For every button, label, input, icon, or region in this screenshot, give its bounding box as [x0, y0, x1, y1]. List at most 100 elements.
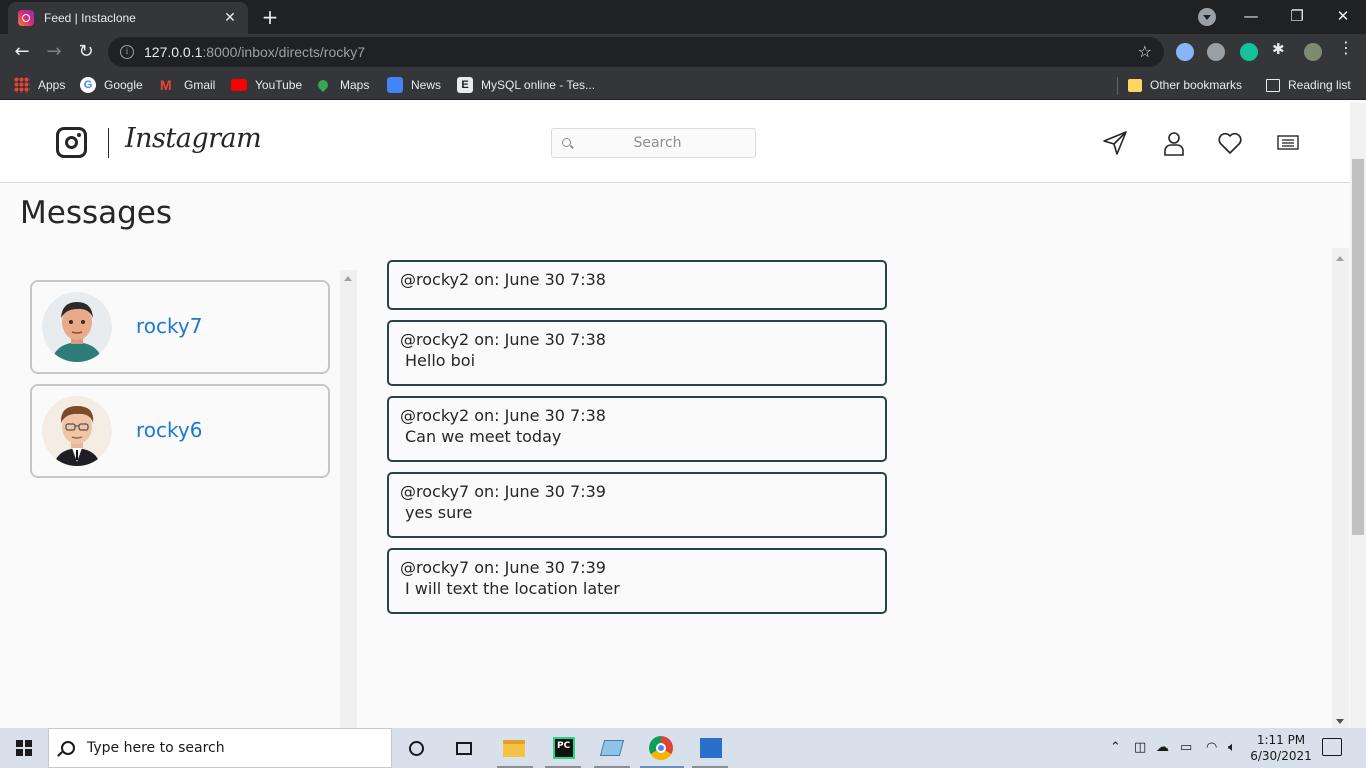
browser-tab-strip: Feed | Instaclone ✕ + — ❐ ✕ — [0, 0, 1366, 34]
message-meta: @rocky7 on: June 30 7:39 — [400, 482, 606, 501]
browser-toolbar: ← → ↻ i 127.0.0.1:8000/inbox/directs/roc… — [0, 34, 1366, 70]
tab-title: Feed | Instaclone — [44, 11, 136, 25]
chrome-icon[interactable] — [647, 734, 675, 762]
web-page: Instagram Messages — [0, 103, 1350, 728]
message-text: Can we meet today — [405, 427, 562, 446]
page-title: Messages — [20, 195, 173, 231]
youtube-icon — [231, 79, 247, 91]
google-icon: G — [80, 77, 96, 93]
folder-icon — [1128, 78, 1142, 92]
heart-icon[interactable] — [1216, 129, 1244, 157]
restore-button[interactable]: ❐ — [1274, 0, 1320, 34]
message-meta: @rocky7 on: June 30 7:39 — [400, 558, 606, 577]
bookmark-google[interactable]: G Google — [80, 76, 143, 94]
contact-name[interactable]: rocky7 — [136, 314, 202, 338]
close-window-button[interactable]: ✕ — [1320, 0, 1366, 34]
messages-list-icon[interactable] — [1274, 129, 1302, 157]
new-tab-button[interactable]: + — [258, 6, 282, 30]
grammarly-extension-icon[interactable] — [1240, 43, 1258, 61]
message-bubble: @rocky7 on: June 30 7:39 I will text the… — [387, 548, 887, 614]
instagram-wordmark[interactable]: Instagram — [125, 123, 262, 154]
start-button[interactable] — [0, 728, 48, 768]
message-bubble: @rocky7 on: June 30 7:39 yes sure — [387, 472, 887, 538]
profile-icon[interactable] — [1160, 129, 1188, 157]
contact-list-scrollbar[interactable] — [340, 270, 357, 728]
scroll-down-arrow-icon[interactable] — [1336, 719, 1344, 724]
forward-button[interactable]: → — [40, 38, 68, 66]
message-meta: @rocky2 on: June 30 7:38 — [400, 330, 606, 349]
gmail-icon: M — [160, 77, 172, 93]
message-text: Hello boi — [405, 351, 476, 370]
search-input[interactable] — [552, 129, 755, 157]
message-thread: @rocky2 on: June 30 7:38 @rocky2 on: Jun… — [387, 260, 887, 624]
show-hidden-icons-chevron-icon[interactable]: ⌃ — [1110, 740, 1121, 755]
file-explorer-icon[interactable] — [500, 734, 528, 762]
apps-grid-icon — [14, 77, 30, 93]
search-icon — [61, 741, 75, 755]
google-news-icon — [387, 77, 403, 93]
reload-button[interactable]: ↻ — [72, 38, 100, 66]
windows-taskbar: Type here to search PC ⌃ ◫ ☁ ▭ ◠ 🔈︎ 1:11… — [0, 728, 1366, 768]
contact-name[interactable]: rocky6 — [136, 418, 202, 442]
profile-avatar[interactable] — [1304, 43, 1322, 61]
cortana-icon[interactable] — [402, 734, 430, 762]
browser-tab[interactable]: Feed | Instaclone ✕ — [8, 2, 248, 34]
contact-list: rocky7 rocky6 — [30, 280, 330, 488]
contact-card[interactable]: rocky7 — [30, 280, 330, 374]
extension-icon[interactable] — [1207, 43, 1225, 61]
minimize-button[interactable]: — — [1228, 0, 1274, 34]
notepad-icon[interactable] — [598, 734, 626, 762]
bookmark-apps[interactable]: Apps — [14, 76, 65, 94]
windows-logo-icon — [16, 740, 32, 756]
bookmark-youtube[interactable]: YouTube — [231, 76, 302, 94]
avatar — [42, 292, 112, 362]
system-clock[interactable]: 1:11 PM 6/30/2021 — [1248, 732, 1314, 764]
message-meta: @rocky2 on: June 30 7:38 — [400, 406, 606, 425]
bookmarks-separator — [1117, 77, 1118, 95]
tab-search-icon[interactable] — [1198, 8, 1216, 26]
logo-divider — [108, 128, 109, 158]
scroll-up-arrow-icon[interactable] — [344, 276, 352, 281]
message-meta: @rocky2 on: June 30 7:38 — [400, 270, 606, 289]
instagram-camera-icon[interactable] — [56, 127, 87, 158]
notification-center-icon[interactable] — [1322, 738, 1342, 756]
message-bubble: @rocky2 on: June 30 7:38 — [387, 260, 887, 310]
close-tab-icon[interactable]: ✕ — [222, 10, 238, 26]
scroll-up-arrow-icon[interactable] — [1336, 256, 1344, 261]
extension-icon[interactable] — [1176, 43, 1194, 61]
instagram-favicon-icon — [18, 10, 34, 26]
site-info-icon[interactable]: i — [120, 45, 134, 59]
photos-icon[interactable] — [697, 734, 725, 762]
other-bookmarks-folder[interactable]: Other bookmarks — [1128, 76, 1242, 94]
bookmark-maps[interactable]: Maps — [315, 76, 369, 94]
bookmark-news[interactable]: News — [387, 76, 441, 94]
pycharm-icon[interactable]: PC — [550, 734, 578, 762]
page-scrollbar[interactable] — [1350, 103, 1366, 728]
taskbar-search[interactable]: Type here to search — [48, 728, 392, 768]
instagram-header: Instagram — [0, 103, 1350, 183]
message-bubble: @rocky2 on: June 30 7:38 Hello boi — [387, 320, 887, 386]
extensions-puzzle-icon[interactable]: ✱ — [1272, 40, 1290, 58]
battery-icon[interactable]: ▭ — [1180, 740, 1192, 755]
contact-card[interactable]: rocky6 — [30, 384, 330, 478]
page-scrollbar-thumb[interactable] — [1352, 159, 1364, 535]
chrome-menu-icon[interactable]: ⋮ — [1338, 38, 1356, 57]
volume-icon[interactable]: 🔈︎ — [1228, 740, 1236, 755]
bookmark-mysql-online[interactable]: E MySQL online - Tes... — [457, 76, 595, 94]
message-bubble: @rocky2 on: June 30 7:38 Can we meet tod… — [387, 396, 887, 462]
direct-send-icon[interactable] — [1101, 129, 1129, 157]
header-search[interactable] — [551, 128, 756, 158]
address-bar[interactable]: i 127.0.0.1:8000/inbox/directs/rocky7 ☆ — [108, 37, 1164, 67]
bookmark-gmail[interactable]: M Gmail — [160, 76, 215, 94]
bookmarks-bar: Apps G Google M Gmail YouTube Maps News … — [0, 70, 1366, 100]
reading-list-icon — [1266, 78, 1280, 92]
back-button[interactable]: ← — [8, 38, 36, 66]
wifi-icon[interactable]: ◠ — [1206, 740, 1217, 755]
task-view-icon[interactable] — [450, 734, 478, 762]
onedrive-cloud-icon[interactable]: ☁ — [1156, 740, 1169, 755]
bookmark-star-icon[interactable]: ☆ — [1138, 42, 1152, 61]
message-thread-scrollbar[interactable] — [1332, 248, 1349, 728]
meet-now-icon[interactable]: ◫ — [1134, 740, 1146, 755]
reading-list-button[interactable]: Reading list — [1266, 76, 1351, 94]
url-text: 127.0.0.1:8000/inbox/directs/rocky7 — [144, 44, 366, 60]
